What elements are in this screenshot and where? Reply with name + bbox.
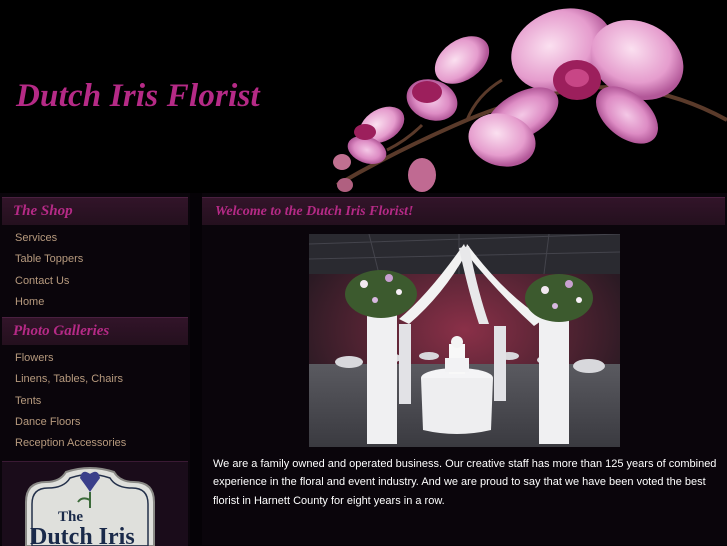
logo-text-top: The xyxy=(58,509,83,525)
site-header: Dutch Iris Florist xyxy=(0,0,727,193)
dutch-iris-logo: The Dutch Iris xyxy=(25,467,155,546)
intro-paragraph: We are a family owned and operated busin… xyxy=(213,458,717,507)
galleries-nav: Flowers Linens, Tables, Chairs Tents Dan… xyxy=(0,345,190,458)
logo-text-main: Dutch Iris xyxy=(30,524,135,546)
nav-item-tents[interactable]: Tents xyxy=(0,391,190,412)
nav-item-reception-accessories[interactable]: Reception Accessories xyxy=(0,433,190,454)
shop-heading: The Shop xyxy=(2,197,188,225)
nav-item-flowers[interactable]: Flowers xyxy=(0,348,190,369)
nav-item-linens-tables-chairs[interactable]: Linens, Tables, Chairs xyxy=(0,369,190,390)
orchid-image xyxy=(333,8,727,192)
logo-panel: The Dutch Iris xyxy=(2,461,188,546)
nav-item-contact-us[interactable]: Contact Us xyxy=(0,271,190,292)
nav-item-dance-floors[interactable]: Dance Floors xyxy=(0,412,190,433)
shop-nav: Services Table Toppers Contact Us Home xyxy=(0,225,190,317)
nav-item-table-toppers[interactable]: Table Toppers xyxy=(0,249,190,270)
welcome-heading: Welcome to the Dutch Iris Florist! xyxy=(202,197,725,225)
main-content: Welcome to the Dutch Iris Florist! We ar… xyxy=(202,193,727,545)
event-photo xyxy=(309,234,620,447)
site-title: Dutch Iris Florist xyxy=(16,78,260,114)
nav-item-home[interactable]: Home xyxy=(0,292,190,313)
photo-galleries-heading: Photo Galleries xyxy=(2,317,188,346)
nav-item-services[interactable]: Services xyxy=(0,228,190,249)
sidebar: The Shop Services Table Toppers Contact … xyxy=(0,193,190,546)
